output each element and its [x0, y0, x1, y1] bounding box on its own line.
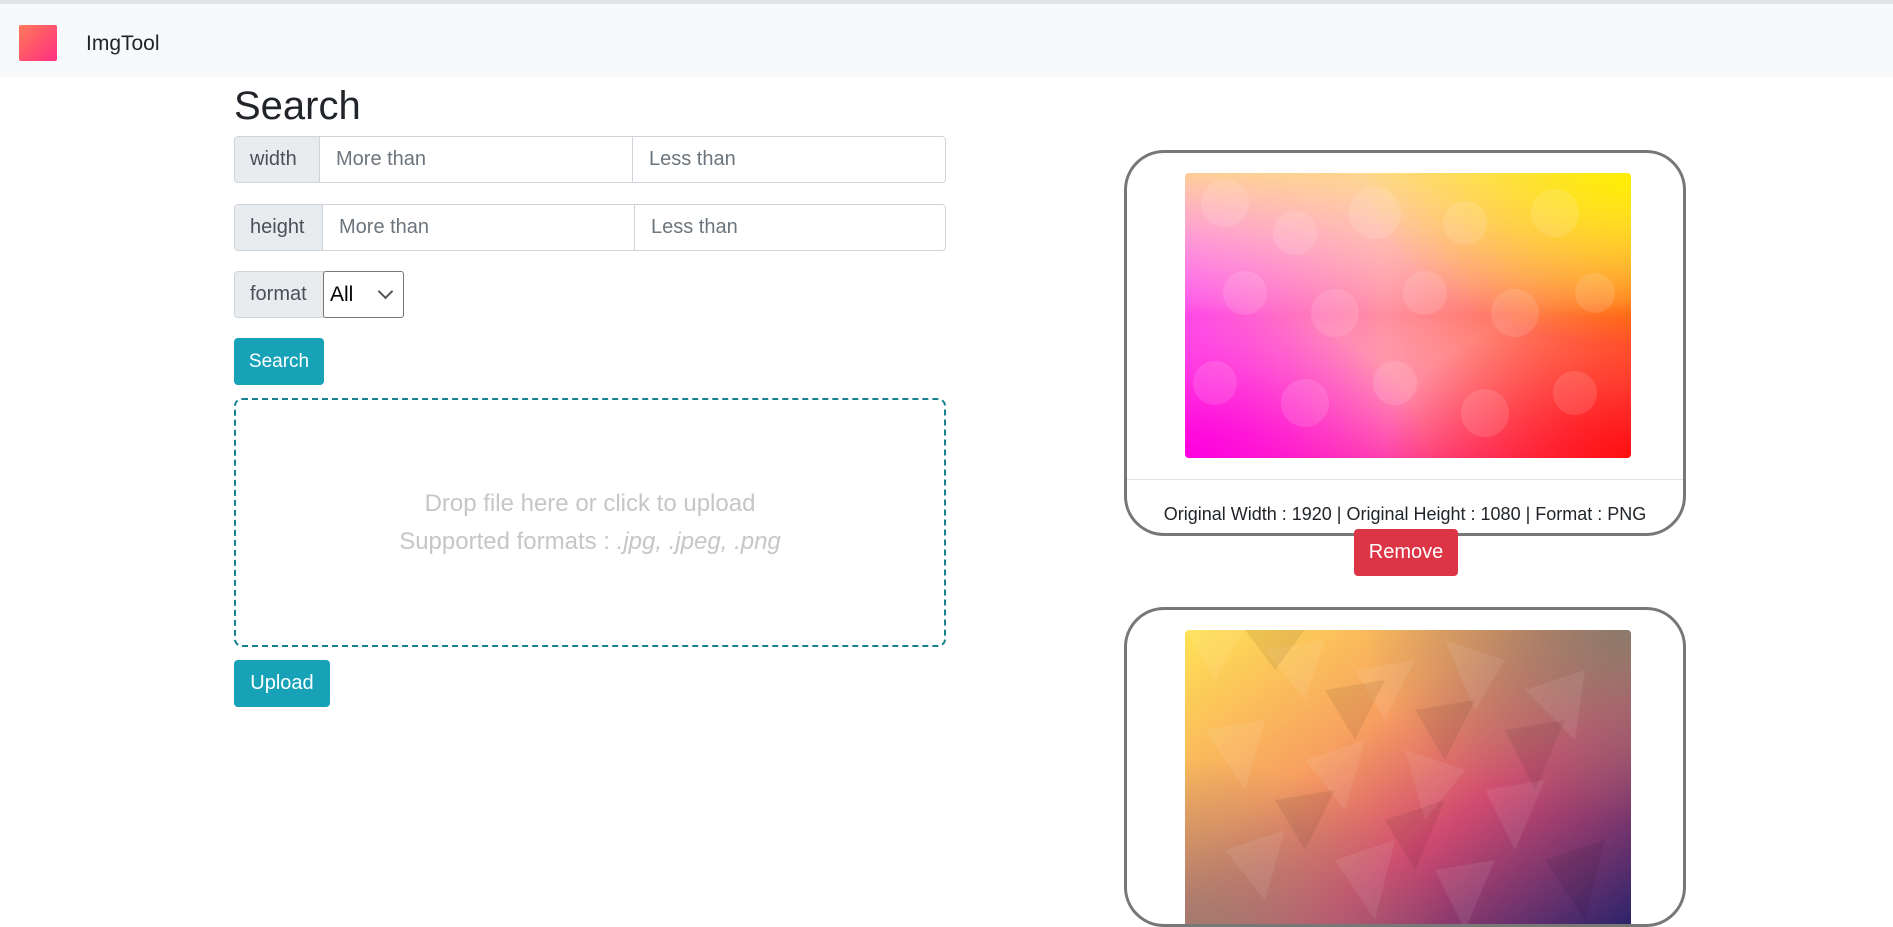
dropzone-instruction: Drop file here or click to upload: [424, 489, 756, 517]
upload-button[interactable]: Upload: [234, 660, 330, 707]
formats-prefix: Supported formats :: [399, 527, 617, 555]
format-filter-group: format: [234, 271, 324, 318]
height-label: height: [235, 205, 323, 250]
image-thumbnail: [1185, 630, 1631, 924]
image-card: [1124, 607, 1686, 927]
page-title: Search: [234, 84, 361, 128]
navbar: ImgTool: [0, 4, 1893, 77]
card-divider: [1127, 479, 1683, 480]
image-card: Original Width : 1920 | Original Height …: [1124, 150, 1686, 536]
chevron-down-icon: [377, 283, 394, 300]
image-info: Original Width : 1920 | Original Height …: [1163, 504, 1647, 524]
height-max-input[interactable]: [635, 205, 945, 250]
image-thumbnail: [1185, 173, 1631, 458]
width-max-input[interactable]: [633, 137, 945, 182]
width-filter-group: width: [234, 136, 946, 183]
remove-button[interactable]: Remove: [1354, 529, 1458, 576]
width-label: width: [235, 137, 320, 182]
width-min-input[interactable]: [320, 137, 633, 182]
logo-icon[interactable]: [19, 25, 57, 61]
dropzone-formats: Supported formats : .jpg, .jpeg, .png: [399, 523, 781, 561]
height-min-input[interactable]: [323, 205, 635, 250]
format-label: format: [235, 272, 324, 317]
brand-name[interactable]: ImgTool: [86, 32, 160, 56]
upload-dropzone[interactable]: Drop file here or click to upload Suppor…: [234, 398, 946, 647]
format-select[interactable]: All: [323, 271, 404, 318]
format-selected-value: All: [330, 282, 354, 306]
height-filter-group: height: [234, 204, 946, 251]
search-button[interactable]: Search: [234, 338, 324, 385]
formats-list: .jpg, .jpeg, .png: [616, 527, 781, 555]
